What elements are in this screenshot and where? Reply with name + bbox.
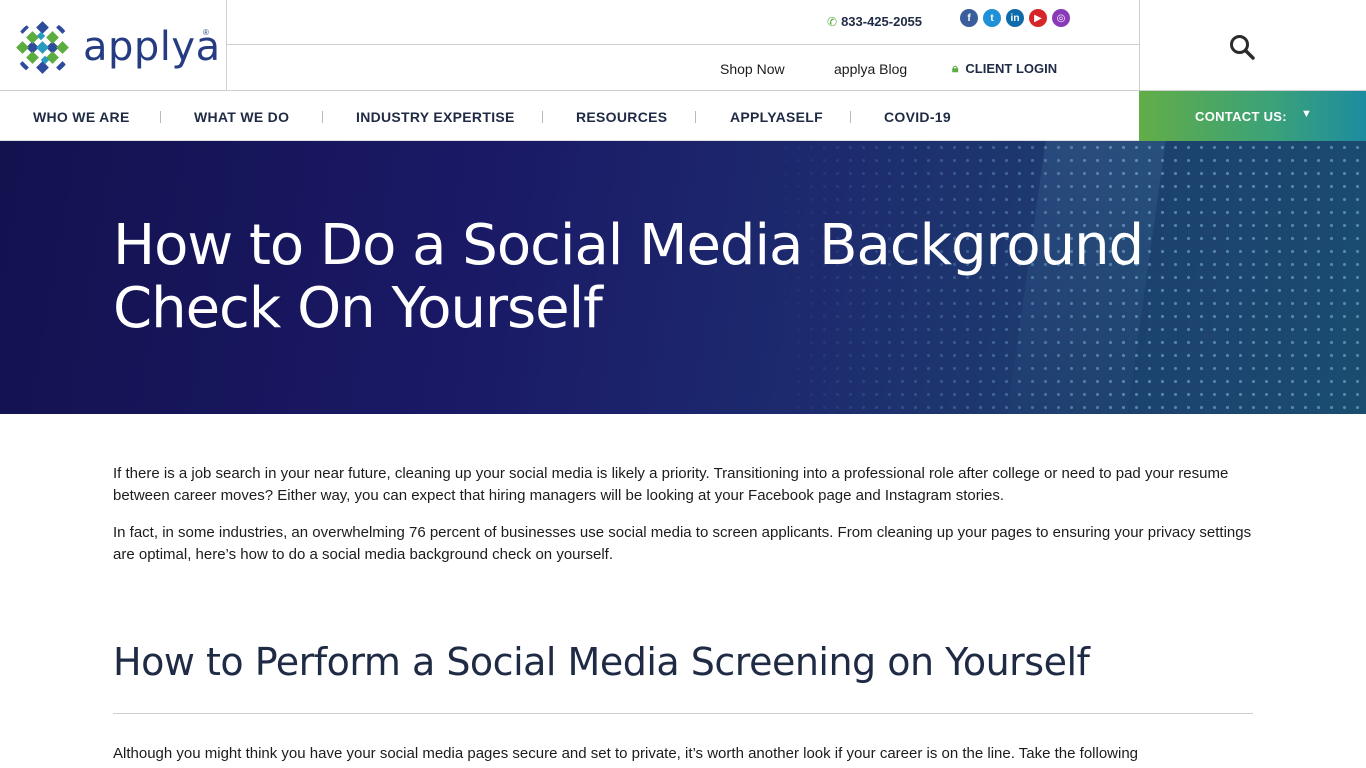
logo[interactable]: applya ® bbox=[0, 0, 227, 91]
nav-divider bbox=[850, 111, 851, 123]
applya-globe-icon bbox=[15, 20, 71, 76]
nav-divider bbox=[542, 111, 543, 123]
search-icon bbox=[1230, 35, 1255, 60]
nav-divider bbox=[322, 111, 323, 123]
client-login-label: CLIENT LOGIN bbox=[965, 61, 1058, 76]
caret-down-icon: ▼ bbox=[1301, 108, 1312, 120]
contact-us-dropdown[interactable]: CONTACT US: ▼ bbox=[1139, 91, 1366, 141]
article-paragraph: In fact, in some industries, an overwhel… bbox=[113, 524, 1252, 563]
youtube-icon[interactable]: ▶ bbox=[1029, 9, 1047, 27]
site-header: applya ® ✆ 833-425-2055 f t in ▶ ◎ Shop … bbox=[0, 0, 1366, 141]
search-button[interactable] bbox=[1139, 0, 1366, 91]
phone-icon: ✆ bbox=[827, 14, 838, 29]
lock-icon: 🔒︎ bbox=[952, 61, 959, 75]
page-title: How to Do a Social Media Background Chec… bbox=[113, 213, 1144, 341]
secondary-links: Shop Now applya Blog 🔒︎ CLIENT LOGIN bbox=[227, 45, 1140, 91]
shop-now-link[interactable]: Shop Now bbox=[720, 61, 785, 77]
nav-divider bbox=[160, 111, 161, 123]
nav-item-industry-expertise[interactable]: INDUSTRY EXPERTISE bbox=[356, 109, 515, 125]
article-body: If there is a job search in your near fu… bbox=[113, 463, 1253, 581]
nav-item-who-we-are[interactable]: WHO WE ARE bbox=[33, 109, 130, 125]
blog-link[interactable]: applya Blog bbox=[834, 61, 907, 77]
linkedin-icon[interactable]: in bbox=[1006, 9, 1024, 27]
phone-number: 833-425-2055 bbox=[841, 14, 923, 29]
client-login-link[interactable]: 🔒︎ CLIENT LOGIN bbox=[952, 61, 1057, 76]
nav-item-applyaself[interactable]: APPLYASELF bbox=[730, 109, 823, 125]
main-nav: WHO WE ARE WHAT WE DO INDUSTRY EXPERTISE… bbox=[0, 91, 1139, 141]
logo-wordmark: applya bbox=[83, 24, 221, 70]
nav-item-what-we-do[interactable]: WHAT WE DO bbox=[194, 109, 289, 125]
facebook-icon[interactable]: f bbox=[960, 9, 978, 27]
nav-item-resources[interactable]: RESOURCES bbox=[576, 109, 667, 125]
section-divider bbox=[113, 713, 1253, 714]
instagram-icon[interactable]: ◎ bbox=[1052, 9, 1070, 27]
section-heading: How to Perform a Social Media Screening … bbox=[113, 640, 1090, 684]
nav-divider bbox=[695, 111, 696, 123]
social-links: f t in ▶ ◎ bbox=[960, 9, 1070, 27]
registered-mark: ® bbox=[203, 28, 209, 37]
twitter-icon[interactable]: t bbox=[983, 9, 1001, 27]
article-paragraph: If there is a job search in your near fu… bbox=[113, 465, 1229, 504]
contact-us-label: CONTACT US: bbox=[1195, 109, 1287, 124]
nav-item-covid-19[interactable]: COVID-19 bbox=[884, 109, 951, 125]
phone-link[interactable]: ✆ 833-425-2055 bbox=[827, 14, 922, 29]
article-paragraph: Although you might think you have your s… bbox=[113, 745, 1139, 762]
utility-bar: ✆ 833-425-2055 f t in ▶ ◎ bbox=[227, 0, 1140, 45]
hero-banner: How to Do a Social Media Background Chec… bbox=[0, 141, 1366, 414]
